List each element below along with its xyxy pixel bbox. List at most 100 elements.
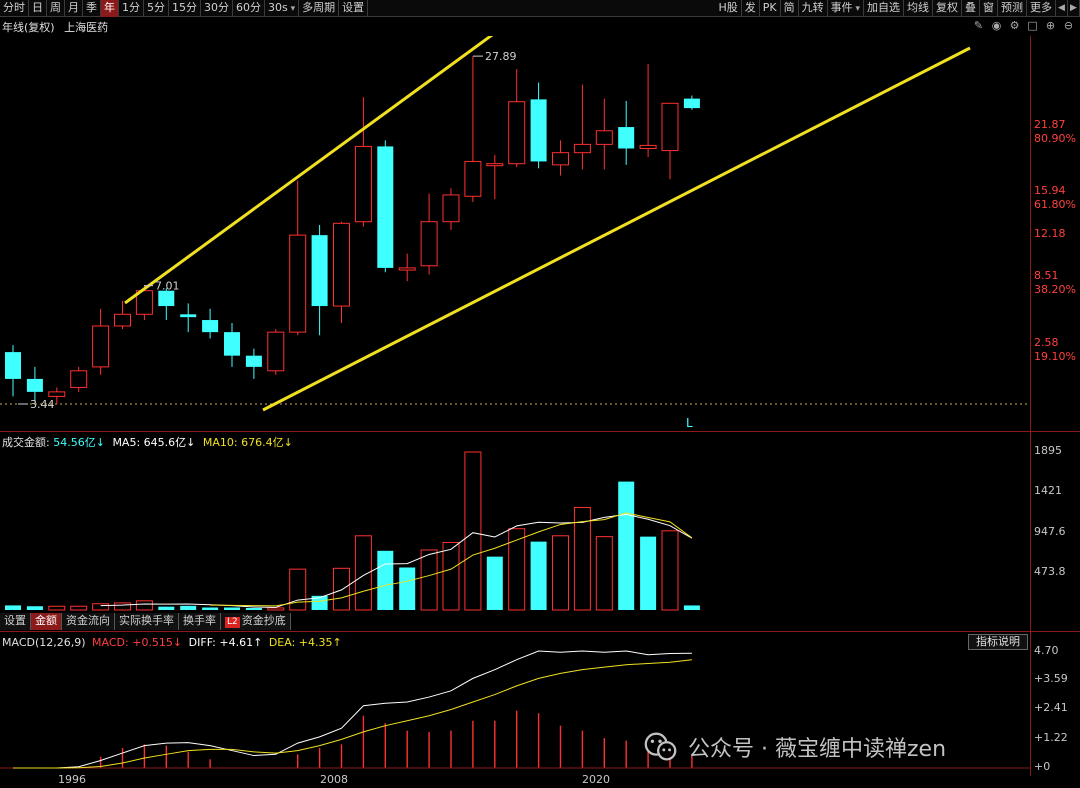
settings-icon[interactable]: ⚙	[1007, 18, 1022, 33]
period-tab[interactable]: 周	[47, 0, 65, 17]
volume-bar	[595, 536, 613, 611]
candle-body	[442, 194, 460, 223]
scroll-right-icon[interactable]: ▶	[1068, 0, 1080, 17]
indicator-tab[interactable]: 资金流向	[62, 613, 115, 630]
lock-icon[interactable]: □	[1025, 18, 1040, 33]
candle-body	[70, 370, 88, 388]
function-tab[interactable]: H股	[715, 0, 742, 17]
period-tab[interactable]: 60分	[233, 0, 265, 17]
function-tab[interactable]: 窗	[980, 0, 998, 17]
level2-badge: L2	[225, 617, 240, 628]
function-tab[interactable]: 更多	[1027, 0, 1056, 17]
function-tab[interactable]: 复权	[933, 0, 962, 17]
indicator-tabs: 设置 金额 资金流向 实际换手率 换手率 L2 资金抄底	[0, 613, 291, 630]
candle-body	[552, 152, 569, 166]
plus-circle-icon[interactable]: ⊕	[1043, 18, 1058, 33]
volume-bar	[640, 536, 657, 610]
watermark: 公众号 · 薇宝缠中读禅zen	[642, 728, 946, 766]
lower-trend-line	[262, 46, 971, 412]
period-tab[interactable]: 15分	[169, 0, 201, 17]
candle-body	[595, 130, 613, 145]
candle-body	[5, 352, 21, 379]
period-tab[interactable]: 设置	[339, 0, 369, 17]
period-tab[interactable]: 30分	[201, 0, 233, 17]
candle-body	[311, 235, 328, 307]
volume-axis-label: 1895	[1034, 444, 1062, 457]
period-tab[interactable]: 分时	[0, 0, 29, 17]
indicator-tab[interactable]: 换手率	[179, 613, 221, 630]
indicator-tab-label: 实际换手率	[119, 614, 174, 627]
chart-tools: ✎ ◉ ⚙ □ ⊕ ⊖	[971, 18, 1076, 33]
volume-bar	[202, 607, 219, 610]
stock-name: 上海医药	[64, 21, 109, 34]
function-tab[interactable]: 叠	[962, 0, 980, 17]
function-tab[interactable]: PK	[760, 0, 781, 17]
period-tab[interactable]: 年	[101, 0, 119, 17]
volume-bar	[267, 607, 285, 611]
indicator-tab[interactable]: 金额	[31, 613, 62, 630]
function-tab[interactable]: 加自选	[864, 0, 904, 17]
pencil-icon[interactable]: ✎	[971, 18, 986, 33]
price-axis-label: 38.20%	[1034, 283, 1076, 296]
indicator-tab[interactable]: 设置	[0, 613, 31, 630]
price-axis-label: 61.80%	[1034, 198, 1076, 211]
candle-body	[114, 313, 131, 327]
volume-bar	[377, 550, 394, 610]
function-tab[interactable]: 事件	[828, 0, 864, 17]
macd-axis-label: 4.70	[1034, 644, 1059, 657]
eye-icon[interactable]: ◉	[989, 18, 1004, 33]
volume-axis-label: 947.6	[1034, 525, 1066, 538]
function-tab[interactable]: 发	[742, 0, 760, 17]
wechat-icon	[644, 732, 677, 761]
volume-bar	[399, 567, 416, 610]
volume-chart[interactable]	[0, 432, 1030, 612]
function-tab[interactable]: 九转	[799, 0, 828, 17]
period-tab[interactable]: 季	[83, 0, 101, 17]
indicator-tab[interactable]: 实际换手率	[115, 613, 179, 630]
volume-bar	[92, 603, 110, 611]
candle-body	[420, 221, 438, 267]
volume-axis-label: 1421	[1034, 484, 1062, 497]
candle-body	[486, 163, 504, 167]
volume-bar	[48, 605, 66, 611]
candle-body	[333, 222, 350, 307]
minus-circle-icon[interactable]: ⊖	[1061, 18, 1076, 33]
volume-bar	[180, 605, 197, 610]
volume-bar	[224, 607, 240, 610]
indicator-tab[interactable]: L2 资金抄底	[221, 613, 291, 630]
volume-bar	[508, 528, 526, 611]
low-marker: L	[686, 416, 693, 430]
indicator-tab-label: 换手率	[183, 614, 216, 627]
volume-bar	[114, 602, 131, 611]
volume-bar	[486, 556, 503, 610]
macd-axis-label: +1.22	[1034, 731, 1068, 744]
price-axis-label: 19.10%	[1034, 350, 1076, 363]
volume-bar	[552, 535, 569, 611]
period-tab[interactable]: 5分	[144, 0, 169, 17]
candle-body	[158, 290, 175, 307]
candle-body	[48, 391, 66, 397]
scroll-left-icon[interactable]: ◀	[1056, 0, 1068, 17]
period-tab[interactable]: 日	[29, 0, 47, 17]
function-tab[interactable]: 预测	[998, 0, 1027, 17]
period-toolbar: 分时日周月季年1分5分15分30分60分30s多周期设置 H股发PK简九转事件加…	[0, 0, 1080, 17]
period-tab[interactable]: 月	[65, 0, 83, 17]
indicator-tab-label: 金额	[35, 614, 57, 627]
price-axis-label: 80.90%	[1034, 132, 1076, 145]
period-tab[interactable]: 1分	[119, 0, 144, 17]
function-tab[interactable]: 均线	[904, 0, 933, 17]
function-tab[interactable]: 简	[781, 0, 799, 17]
volume-bar	[158, 606, 175, 610]
candlestick-chart[interactable]: 27.89 7.01 3.44 L	[0, 36, 1030, 431]
candle-body	[683, 98, 700, 109]
period-tab[interactable]: 多周期	[299, 0, 340, 17]
x-axis-label: 1996	[58, 773, 86, 786]
volume-bar	[661, 530, 679, 611]
candle-body	[354, 145, 372, 223]
period-tab[interactable]: 30s	[265, 0, 300, 17]
macd-axis-label: +3.59	[1034, 672, 1068, 685]
low-price-label: 3.44	[30, 398, 55, 411]
candle-body	[245, 355, 262, 367]
candle-body	[267, 331, 285, 372]
candle-body	[661, 102, 679, 152]
